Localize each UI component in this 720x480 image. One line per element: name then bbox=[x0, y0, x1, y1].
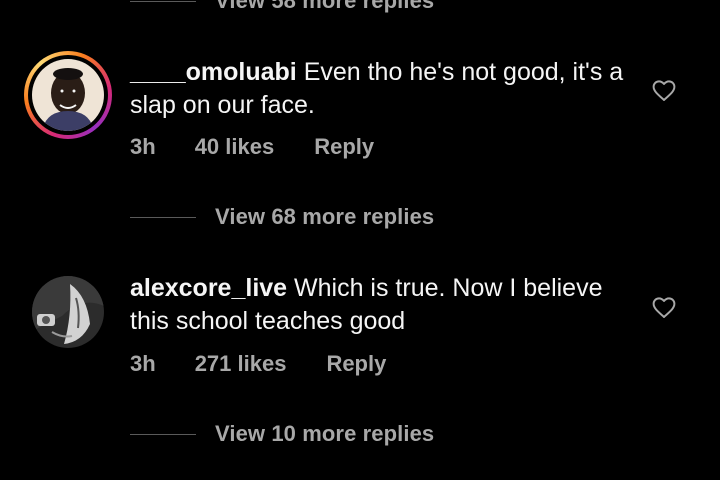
replies-divider-line bbox=[130, 216, 196, 218]
view-more-replies-label[interactable]: View 58 more replies bbox=[215, 0, 434, 14]
comment-body: ____omoluabi Even tho he's not good, it'… bbox=[130, 56, 630, 122]
comment-likes-count[interactable]: 271 likes bbox=[195, 351, 287, 377]
comment-username[interactable]: ____omoluabi bbox=[130, 58, 297, 86]
reply-button[interactable]: Reply bbox=[314, 134, 374, 160]
comment-timestamp: 3h bbox=[130, 134, 156, 159]
heart-icon[interactable] bbox=[651, 78, 677, 104]
comment-timestamp: 3h bbox=[130, 351, 156, 376]
view-more-replies-label[interactable]: View 68 more replies bbox=[215, 204, 434, 230]
avatar bbox=[32, 59, 104, 131]
comment-meta: 3h 271 likes Reply bbox=[130, 351, 386, 377]
avatar-image bbox=[32, 276, 104, 348]
view-more-replies-top[interactable]: View 58 more replies bbox=[130, 0, 434, 16]
replies-divider-line bbox=[130, 0, 196, 2]
comment-body: alexcore_live Which is true. Now I belie… bbox=[130, 272, 630, 338]
comment-likes-count[interactable]: 40 likes bbox=[195, 134, 275, 160]
comment-meta: 3h 40 likes Reply bbox=[130, 134, 374, 160]
view-more-replies-label[interactable]: View 10 more replies bbox=[215, 421, 434, 447]
story-ring[interactable] bbox=[24, 51, 112, 139]
reply-button[interactable]: Reply bbox=[326, 351, 386, 377]
replies-divider-line bbox=[130, 433, 196, 435]
comment-username[interactable]: alexcore_live bbox=[130, 274, 287, 302]
heart-icon[interactable] bbox=[651, 295, 677, 321]
avatar[interactable] bbox=[32, 276, 104, 348]
view-more-replies[interactable]: View 68 more replies bbox=[130, 202, 434, 232]
view-more-replies[interactable]: View 10 more replies bbox=[130, 419, 434, 449]
